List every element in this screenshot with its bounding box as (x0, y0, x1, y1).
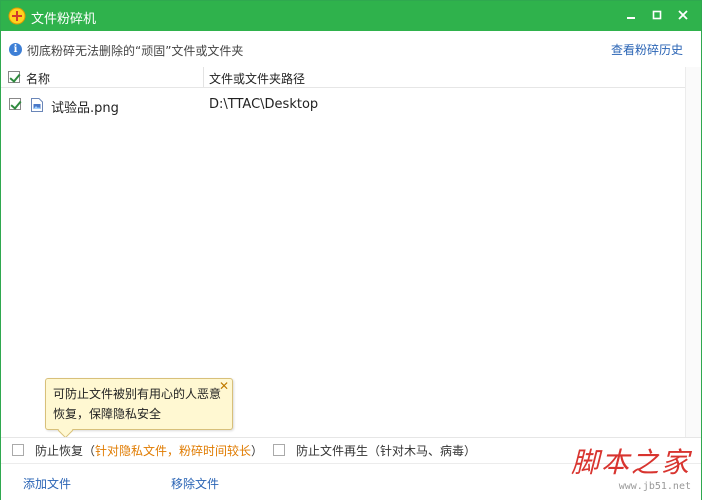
site-watermark: 脚本之家 www.jb51.net (559, 441, 691, 497)
remove-file-button[interactable]: 移除文件 (171, 475, 219, 492)
table-header: 名称 文件或文件夹路径 (1, 67, 685, 88)
minimize-icon (627, 17, 635, 19)
prevent-regeneration-checkbox[interactable] (273, 444, 285, 456)
info-bar: i 彻底粉碎无法删除的“顽固”文件或文件夹 查看粉碎历史 (1, 31, 701, 68)
prevent-recovery-tooltip: ✕ 可防止文件被别有用心的人恶意 恢复，保障隐私安全 (45, 378, 233, 439)
image-file-icon (31, 98, 43, 112)
minimize-button[interactable] (621, 5, 641, 25)
file-path: D:\TTAC\Desktop (209, 97, 319, 112)
close-button[interactable] (673, 5, 693, 25)
file-name: 试验品.png (51, 101, 119, 116)
shredder-logo-icon (8, 7, 26, 25)
watermark-url: www.jb51.net (618, 481, 691, 492)
tooltip-arrow (57, 422, 74, 439)
row-checkbox[interactable] (9, 98, 21, 110)
tooltip-line-1: 可防止文件被别有用心的人恶意 (53, 387, 222, 401)
info-message: 彻底粉碎无法删除的“顽固”文件或文件夹 (27, 44, 244, 58)
table-row[interactable]: 试验品.png D:\TTAC\Desktop (1, 91, 685, 117)
close-icon (678, 10, 688, 20)
title-bar[interactable]: 文件粉碎机 (1, 1, 701, 31)
prevent-recovery-label: 防止恢复（ (35, 444, 96, 458)
view-shred-history-link[interactable]: 查看粉碎历史 (611, 41, 683, 58)
vertical-scrollbar[interactable] (685, 67, 701, 437)
maximize-icon (652, 10, 662, 20)
file-shredder-window: 文件粉碎机 i 彻底粉碎无法删除的“顽固”文件或文件夹 查看粉碎历史 名称 文件… (0, 0, 702, 500)
maximize-button[interactable] (647, 5, 667, 25)
column-header-name[interactable]: 名称 (26, 70, 50, 87)
watermark-text: 脚本之家 (570, 446, 691, 479)
prevent-regeneration-label[interactable]: 防止文件再生（针对木马、病毒） (296, 442, 476, 459)
info-icon: i (9, 43, 22, 56)
prevent-recovery-checkbox[interactable] (12, 444, 24, 456)
column-header-path[interactable]: 文件或文件夹路径 (209, 70, 305, 87)
prevent-recovery-option[interactable]: 防止恢复（针对隐私文件，粉碎时间较长） (35, 442, 263, 459)
column-divider[interactable] (203, 67, 204, 87)
add-file-button[interactable]: 添加文件 (23, 475, 71, 492)
prevent-recovery-note: 针对隐私文件，粉碎时间较长 (95, 444, 252, 458)
tooltip-line-2: 恢复，保障隐私安全 (53, 407, 162, 421)
prevent-recovery-paren: ） (251, 444, 264, 458)
select-all-checkbox[interactable] (8, 71, 20, 83)
window-title: 文件粉碎机 (31, 12, 97, 27)
